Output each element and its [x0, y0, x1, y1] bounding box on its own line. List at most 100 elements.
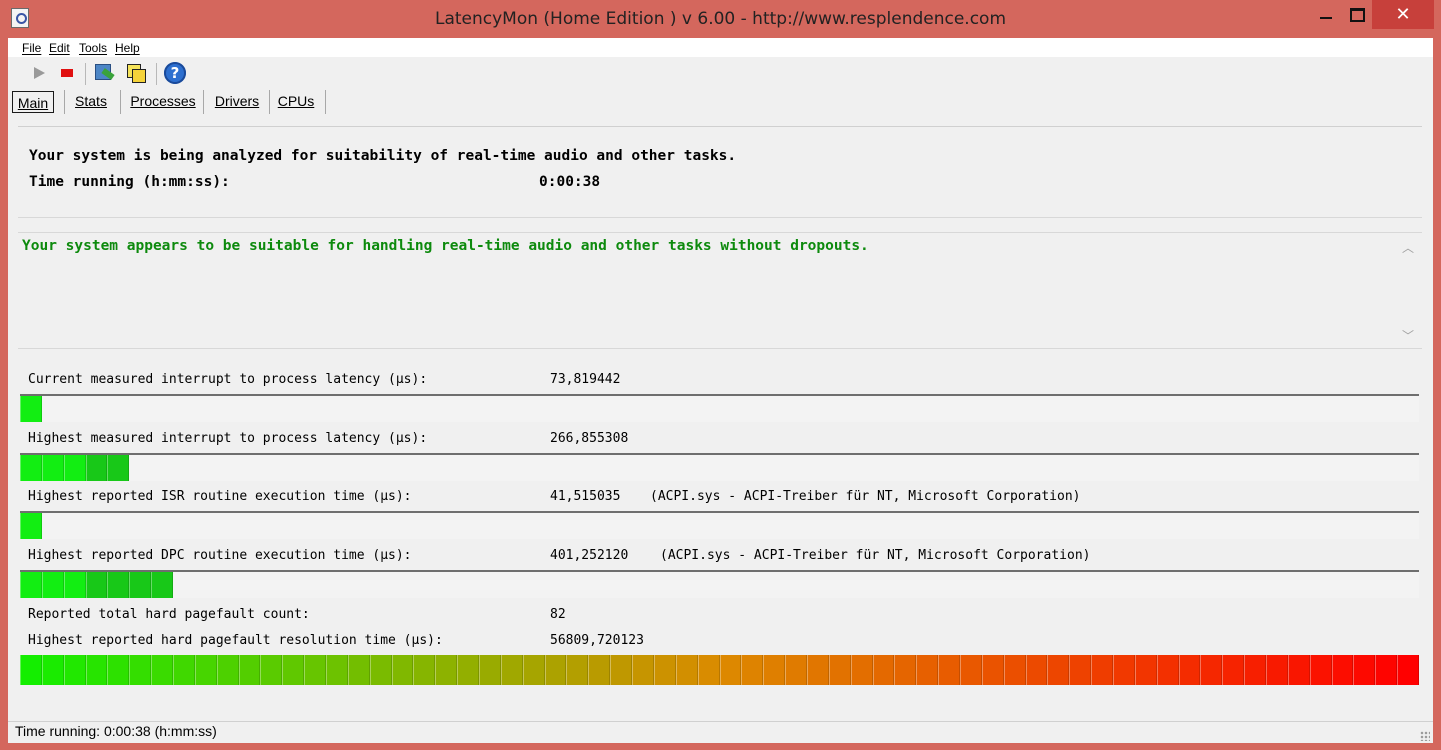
analysis-status-text: Your system is being analyzed for suitab…	[29, 148, 737, 164]
tab-bar: Main Stats Processes Drivers CPUs	[8, 88, 1433, 114]
resize-grip-icon[interactable]	[1420, 731, 1430, 741]
tab-stats[interactable]: Stats	[70, 90, 112, 112]
bar-segment	[63, 655, 86, 685]
latency-bar	[20, 394, 1419, 422]
bar-fill	[20, 655, 1419, 685]
bar-segment	[1156, 655, 1179, 685]
stop-icon[interactable]	[56, 62, 78, 84]
bar-segment	[282, 655, 305, 685]
pagefault-count-value: 82	[550, 607, 566, 622]
metric-value: 266,855308	[550, 431, 629, 446]
menu-edit[interactable]: Edit	[49, 41, 70, 55]
bar-segment	[20, 513, 42, 539]
bar-segment	[610, 655, 633, 685]
menu-file[interactable]: File	[22, 41, 41, 55]
latency-bar	[20, 511, 1419, 539]
maximize-icon	[1349, 8, 1365, 22]
bar-segment	[828, 655, 851, 685]
bar-segment	[107, 655, 130, 685]
tab-drivers-label: Drivers	[214, 93, 260, 109]
bar-segment	[457, 655, 480, 685]
metric-label: Highest reported ISR routine execution t…	[28, 489, 412, 504]
bar-segment	[20, 396, 42, 422]
bar-segment	[1309, 655, 1332, 685]
pagefault-count-label: Reported total hard pagefault count:	[28, 607, 310, 622]
bar-segment	[1287, 655, 1310, 685]
main-window: File Edit Tools Help Main Stats Processe…	[8, 38, 1433, 743]
bar-segment	[151, 655, 174, 685]
conclusion-text: Your system appears to be suitable for h…	[22, 238, 869, 254]
tab-stats-label: Stats	[75, 93, 107, 109]
bar-segment	[1091, 655, 1113, 685]
tab-drivers[interactable]: Drivers	[210, 90, 264, 112]
bar-segment	[41, 572, 64, 598]
tab-cpus[interactable]: CPUs	[274, 90, 318, 112]
bar-segment	[1069, 655, 1092, 685]
bar-segment	[85, 655, 108, 685]
bar-segment	[41, 455, 64, 481]
tab-processes[interactable]: Processes	[128, 90, 198, 112]
menu-bar: File Edit Tools Help	[8, 38, 1433, 57]
metric-label: Highest measured interrupt to process la…	[28, 431, 428, 446]
bar-segment	[194, 655, 217, 685]
tab-main[interactable]: Main	[12, 91, 54, 113]
bar-segment	[129, 572, 152, 598]
latency-bar	[20, 453, 1419, 481]
metrics-panel: Current measured interrupt to process la…	[18, 348, 1422, 719]
bar-segment	[741, 655, 764, 685]
windows-icon[interactable]	[125, 62, 147, 84]
bar-segment	[63, 572, 86, 598]
bar-segment	[566, 655, 589, 685]
metric-driver: (ACPI.sys - ACPI-Treiber für NT, Microso…	[650, 489, 1081, 504]
time-running-label: Time running (h:mm:ss):	[29, 174, 230, 190]
metric-label: Highest reported DPC routine execution t…	[28, 548, 412, 563]
bar-segment	[916, 655, 939, 685]
bar-segment	[806, 655, 829, 685]
bar-segment	[107, 455, 130, 481]
close-button[interactable]: ✕	[1372, 0, 1434, 29]
menu-tools[interactable]: Tools	[79, 41, 107, 55]
bar-segment	[522, 655, 545, 685]
tool-icon[interactable]	[93, 62, 115, 84]
help-icon[interactable]	[164, 62, 186, 84]
scroll-up-icon[interactable]: ︿	[1402, 239, 1414, 256]
scroll-down-icon[interactable]: ﹀	[1402, 327, 1414, 344]
bar-segment	[129, 655, 152, 685]
bar-segment	[1200, 655, 1223, 685]
tab-cpus-label: CPUs	[277, 93, 315, 109]
bar-segment	[938, 655, 960, 685]
bar-fill	[20, 396, 42, 422]
bar-segment	[173, 655, 195, 685]
bar-segment	[41, 655, 64, 685]
bar-segment	[1178, 655, 1201, 685]
tab-separator	[325, 90, 326, 114]
bar-segment	[632, 655, 654, 685]
bar-segment	[369, 655, 392, 685]
bar-segment	[20, 572, 42, 598]
bar-segment	[1112, 655, 1135, 685]
bar-segment	[1397, 655, 1419, 685]
bar-segment	[1025, 655, 1048, 685]
latency-bar	[20, 570, 1419, 598]
menu-help[interactable]: Help	[115, 41, 140, 55]
bar-segment	[304, 655, 327, 685]
metric-label: Current measured interrupt to process la…	[28, 372, 428, 387]
bar-segment	[238, 655, 261, 685]
tab-main-label: Main	[17, 95, 49, 111]
bar-segment	[1375, 655, 1398, 685]
maximize-button[interactable]	[1337, 0, 1377, 30]
bar-segment	[151, 572, 174, 598]
bar-segment	[216, 655, 239, 685]
conclusion-box[interactable]: Your system appears to be suitable for h…	[18, 232, 1422, 348]
analysis-header: Your system is being analyzed for suitab…	[18, 126, 1422, 218]
close-icon: ✕	[1395, 4, 1411, 25]
window-title: LatencyMon (Home Edition ) v 6.00 - http…	[434, 9, 1007, 29]
time-running-value: 0:00:38	[539, 174, 601, 190]
bar-segment	[413, 655, 436, 685]
bar-segment	[1222, 655, 1245, 685]
bar-segment	[719, 655, 742, 685]
play-icon[interactable]	[28, 62, 50, 84]
bar-fill	[20, 513, 42, 539]
bar-segment	[1047, 655, 1070, 685]
status-bar: Time running: 0:00:38 (h:mm:ss)	[8, 721, 1433, 743]
